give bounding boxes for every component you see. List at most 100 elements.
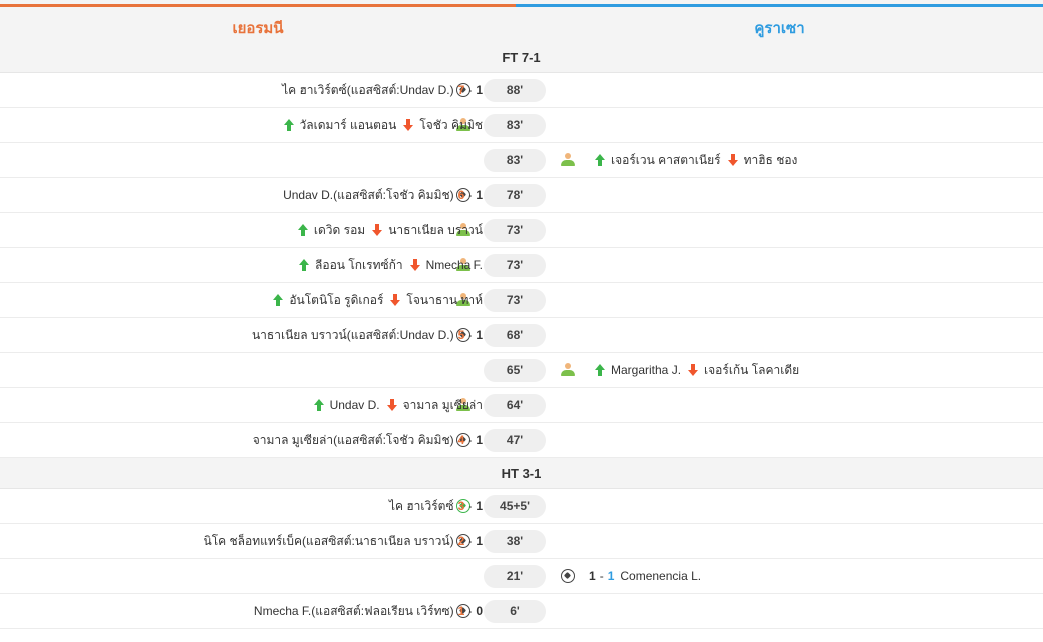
sub-in-arrow-icon: [297, 224, 308, 236]
home-event: Undav D. จามาล มูเซียล่า: [313, 388, 483, 422]
minute-badge: 83': [484, 149, 546, 172]
home-event: ไค ฮาเวิร์ตซ์(แอสซิสต์:Undav D.) 7-1: [282, 73, 483, 107]
event-row: 83' วัลเดมาร์ แอนตอน โจชัว คิมมิช: [0, 108, 1043, 143]
player-out-link[interactable]: นาธาเนียล บราวน์: [388, 221, 483, 240]
minute-badge: 45+5': [484, 495, 546, 518]
player-out-link[interactable]: เจอร์เก้น โลคาเดีย: [704, 361, 799, 380]
event-row: 73' ลีออน โกเรทซ์ก้า Nmecha F.: [0, 248, 1043, 283]
away-team-name[interactable]: คูราเซา: [516, 16, 1043, 40]
minute-badge: 6': [484, 600, 546, 623]
scorer-link[interactable]: Undav D.(แอสซิสต์:โจชัว คิมมิช): [283, 186, 454, 205]
score-separator: -: [468, 188, 473, 202]
scorer-link[interactable]: ไค ฮาเวิร์ตซ์: [389, 497, 454, 516]
event-row: 83' เจอร์เวน คาสตาเนียร์ ทาฮิธ ชอง: [0, 143, 1043, 178]
sub-in-arrow-icon: [283, 119, 294, 131]
score-away: 1: [607, 569, 615, 583]
score-away: 1: [476, 188, 483, 202]
score-away: 0: [476, 604, 483, 618]
sub-out-arrow-icon: [403, 119, 414, 131]
minute-badge: 21': [484, 565, 546, 588]
home-event: ลีออน โกเรทซ์ก้า Nmecha F.: [299, 248, 483, 282]
player-out-link[interactable]: โจชัว คิมมิช: [419, 116, 483, 135]
minute-badge: 73': [484, 289, 546, 312]
player-out-link[interactable]: Nmecha F.: [426, 258, 483, 272]
minute-badge: 64': [484, 394, 546, 417]
away-color-bar: [516, 4, 1043, 7]
minute-badge: 47': [484, 429, 546, 452]
home-color-bar: [0, 4, 516, 7]
sub-out-arrow-icon: [409, 259, 420, 271]
score-separator: -: [468, 499, 473, 513]
event-row: 73' อันโตนิโอ รูดิเกอร์ โจนาธาน ทาห์: [0, 283, 1043, 318]
score-away: 1: [476, 328, 483, 342]
sub-out-arrow-icon: [727, 154, 738, 166]
event-row: 64' Undav D. จามาล มูเซียล่า: [0, 388, 1043, 423]
sub-in-arrow-icon: [595, 154, 605, 166]
sub-in-arrow-icon: [273, 294, 284, 306]
player-in-link[interactable]: วัลเดมาร์ แอนตอน: [300, 116, 397, 135]
away-event: เจอร์เวน คาสตาเนียร์ ทาฮิธ ชอง: [555, 143, 797, 177]
scorer-link[interactable]: จามาล มูเซียล่า(แอสซิสต์:โจชัว คิมมิช): [253, 431, 454, 450]
away-event: Margaritha J. เจอร์เก้น โลคาเดีย: [555, 353, 799, 387]
event-row: 38' นิโค ชล็อทแทร์เบ็ค(แอสซิสต์:นาธาเนียล…: [0, 524, 1043, 559]
score-home: 1: [589, 569, 596, 583]
event-row: 6' Nmecha F.(แอสซิสต์:ฟลอเรียน เวิร์ทซ) 1-…: [0, 594, 1043, 629]
match-header: เยอรมนี คูราเซา: [0, 0, 1043, 42]
event-row: 65' Margaritha J. เจอร์เก้น โลคาเดีย: [0, 353, 1043, 388]
player-in-link[interactable]: อันโตนิโอ รูดิเกอร์: [289, 291, 383, 310]
scorer-link[interactable]: นาธาเนียล บราวน์(แอสซิสต์:Undav D.): [252, 326, 454, 345]
player-out-link[interactable]: โจนาธาน ทาห์: [406, 291, 483, 310]
minute-badge: 83': [484, 114, 546, 137]
period-header: HT 3-1: [0, 458, 1043, 489]
minute-badge: 38': [484, 530, 546, 553]
player-in-link[interactable]: Undav D.: [330, 398, 380, 412]
event-row: 47' จามาล มูเซียล่า(แอสซิสต์:โจชัว คิมมิช…: [0, 423, 1043, 458]
score-home: 3: [457, 499, 465, 513]
home-event: เดวิด รอม นาธาเนียล บราวน์: [297, 213, 483, 247]
minute-badge: 78': [484, 184, 546, 207]
score-separator: -: [599, 569, 604, 583]
score-home: 5: [457, 328, 465, 342]
player-in-link[interactable]: เดวิด รอม: [314, 221, 365, 240]
away-event: 1-1 Comenencia L.: [555, 559, 701, 593]
home-event: Nmecha F.(แอสซิสต์:ฟลอเรียน เวิร์ทซ) 1-0: [254, 594, 483, 628]
home-team-name[interactable]: เยอรมนี: [0, 16, 516, 40]
sub-in-arrow-icon: [595, 364, 605, 376]
sub-in-arrow-icon: [299, 259, 310, 271]
home-event: อันโตนิโอ รูดิเกอร์ โจนาธาน ทาห์: [273, 283, 483, 317]
score-away: 1: [476, 433, 483, 447]
minute-badge: 65': [484, 359, 546, 382]
score-home: 1: [457, 604, 465, 618]
event-row: 78' Undav D.(แอสซิสต์:โจชัว คิมมิช) 6-1: [0, 178, 1043, 213]
score-home: 7: [457, 83, 465, 97]
event-row: 45+5' ไค ฮาเวิร์ตซ์ 3-1: [0, 489, 1043, 524]
score-separator: -: [468, 83, 473, 97]
sub-in-arrow-icon: [313, 399, 324, 411]
event-row: 21' 1-1 Comenencia L.: [0, 559, 1043, 594]
player-in-link[interactable]: เจอร์เวน คาสตาเนียร์: [611, 151, 721, 170]
player-in-link[interactable]: Margaritha J.: [611, 363, 681, 377]
event-row: 68' นาธาเนียล บราวน์(แอสซิสต์:Undav D.) 5-…: [0, 318, 1043, 353]
home-event: ไค ฮาเวิร์ตซ์ 3-1: [389, 489, 483, 523]
player-out-link[interactable]: ทาฮิธ ชอง: [744, 151, 798, 170]
score-home: 4: [457, 433, 465, 447]
score-separator: -: [468, 534, 473, 548]
home-event: Undav D.(แอสซิสต์:โจชัว คิมมิช) 6-1: [283, 178, 483, 212]
score-separator: -: [468, 604, 473, 618]
scorer-link[interactable]: ไค ฮาเวิร์ตซ์(แอสซิสต์:Undav D.): [282, 81, 454, 100]
event-timeline: FT 7-1 88' ไค ฮาเวิร์ตซ์(แอสซิสต์:Undav D.…: [0, 42, 1043, 629]
score-home: 6: [457, 188, 465, 202]
score-separator: -: [468, 433, 473, 447]
scorer-link[interactable]: นิโค ชล็อทแทร์เบ็ค(แอสซิสต์:นาธาเนียล บร…: [204, 532, 454, 551]
minute-badge: 73': [484, 219, 546, 242]
scorer-link[interactable]: Nmecha F.(แอสซิสต์:ฟลอเรียน เวิร์ทซ): [254, 602, 454, 621]
event-row: 88' ไค ฮาเวิร์ตซ์(แอสซิสต์:Undav D.) 7-1: [0, 73, 1043, 108]
sub-out-arrow-icon: [390, 294, 401, 306]
score-away: 1: [476, 534, 483, 548]
player-in-link[interactable]: ลีออน โกเรทซ์ก้า: [315, 256, 403, 275]
player-out-link[interactable]: จามาล มูเซียล่า: [403, 396, 483, 415]
sub-out-arrow-icon: [688, 364, 699, 376]
period-header: FT 7-1: [0, 42, 1043, 73]
score-away: 1: [476, 499, 483, 513]
scorer-link[interactable]: Comenencia L.: [620, 569, 701, 583]
